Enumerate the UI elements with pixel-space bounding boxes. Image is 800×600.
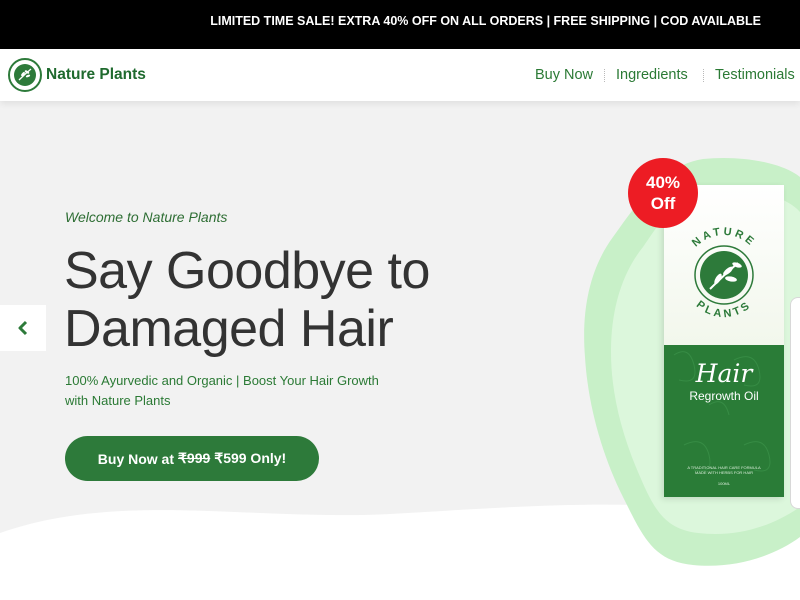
product-box-image: NATURE PLANTS Hair Regrowth Oil A TRADIT… [664,185,784,497]
badge-off: Off [650,194,676,213]
hero-section: Welcome to Nature Plants Say Goodbye to … [0,101,800,600]
product-subtitle: Regrowth Oil [689,389,759,403]
cta-old-price: ₹999 [178,450,211,466]
nav-testimonials[interactable]: Testimonials [715,49,795,101]
welcome-text: Welcome to Nature Plants [65,209,228,225]
cta-prefix: Buy Now at [97,450,175,467]
announcement-text: LIMITED TIME SALE! EXTRA 40% OFF ON ALL … [210,14,761,28]
landing-page: LIMITED TIME SALE! EXTRA 40% OFF ON ALL … [0,0,800,600]
announcement-bar: LIMITED TIME SALE! EXTRA 40% OFF ON ALL … [0,0,800,49]
svg-text:PLANTS: PLANTS [694,299,754,321]
nav-ingredients[interactable]: Ingredients [616,49,688,101]
badge-percent: 40% [645,173,681,192]
discount-badge: 40% Off [628,158,698,228]
product-title: Hair [695,359,753,388]
chevron-left-icon [18,320,28,336]
nature-plants-seal-icon: NATURE PLANTS [690,226,755,321]
headline-line-1: Say Goodbye to [64,242,430,300]
slider-prev-button[interactable] [0,305,46,351]
product-volume: 100ML [717,481,731,486]
hero-headline: Say Goodbye to Damaged Hair [64,242,484,358]
hero-subtext: 100% Ayurvedic and Organic | Boost Your … [65,373,379,408]
nav-divider [703,69,704,82]
site-header: Nature Plants Buy Now Ingredients Testim… [0,49,800,101]
cta-new-price: ₹599 Only! [214,450,287,466]
product-small-text: A TRADITIONAL HAIR CARE FORMULA MADE WIT… [687,465,761,475]
nav-buy-now[interactable]: Buy Now [535,49,593,101]
buy-now-cta-button[interactable]: Buy Now at ₹999 ₹599 Only! [65,436,319,481]
product-bottle [790,297,800,509]
headline-line-2: Damaged Hair [64,300,394,358]
main-nav: Buy Now Ingredients Testimonials [0,49,800,101]
nav-divider [604,69,605,82]
